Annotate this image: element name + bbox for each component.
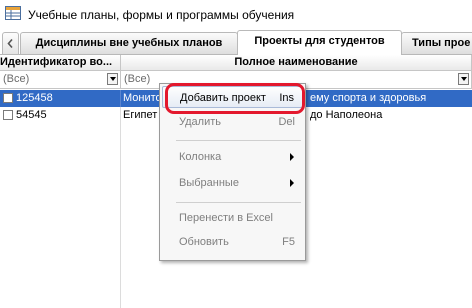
menu-item-refresh-label: Обновить (179, 236, 229, 248)
menu-separator (176, 140, 301, 141)
filter-id-dropdown-icon[interactable] (107, 73, 118, 85)
tab-disciplines[interactable]: Дисциплины вне учебных планов (20, 32, 238, 54)
menu-item-delete-label: Удалить (179, 116, 221, 128)
menu-item-export-excel[interactable]: Перенести в Excel (162, 207, 303, 229)
menu-item-column[interactable]: Колонка (162, 146, 303, 168)
grid-table-icon (5, 6, 21, 23)
menu-item-delete-shortcut: Del (278, 116, 295, 128)
row-name-end: ему спорта и здоровья (310, 92, 427, 104)
tab-student-projects[interactable]: Проекты для студентов (237, 30, 402, 55)
row-id: 125458 (16, 92, 53, 104)
row-id-cell: 54545 (0, 107, 121, 124)
row-name-start: Египет (123, 109, 158, 121)
row-id-cell: 125458 (0, 90, 121, 107)
menu-item-refresh[interactable]: Обновить F5 (162, 231, 303, 253)
tab-scroll-left-button[interactable] (2, 32, 19, 54)
filter-name-value: (Все) (124, 73, 151, 85)
menu-item-selected[interactable]: Выбранные (162, 172, 303, 194)
submenu-arrow-icon (290, 179, 294, 187)
row-name-start: Монито (123, 92, 162, 104)
tab-project-types[interactable]: Типы прое (401, 32, 472, 54)
row-name-end: до Наполеона (310, 109, 383, 121)
row-checkbox[interactable] (3, 110, 13, 120)
filter-id[interactable]: (Все) (0, 71, 121, 89)
column-header-name-label: Полное наименование (234, 56, 358, 68)
row-checkbox[interactable] (3, 93, 13, 103)
menu-item-column-label: Колонка (179, 151, 222, 163)
chevron-left-icon (7, 39, 13, 48)
filter-id-value: (Все) (3, 73, 30, 85)
filter-name-dropdown-icon[interactable] (458, 73, 469, 85)
column-header-name[interactable]: Полное наименование (121, 55, 472, 71)
menu-separator (176, 202, 301, 203)
column-header-id[interactable]: Идентификатор во... (0, 55, 121, 71)
title-bar: Учебные планы, формы и программы обучени… (0, 0, 472, 28)
window-title: Учебные планы, формы и программы обучени… (28, 8, 295, 22)
menu-item-refresh-shortcut: F5 (282, 236, 295, 248)
tab-strip: Дисциплины вне учебных планов Проекты дл… (0, 28, 472, 55)
submenu-arrow-icon (290, 153, 294, 161)
row-id: 54545 (16, 109, 47, 121)
menu-item-export-excel-label: Перенести в Excel (179, 212, 273, 224)
column-divider (120, 124, 121, 308)
column-header-id-label: Идентификатор во... (0, 56, 113, 68)
annotation-highlight (165, 83, 305, 114)
menu-item-selected-label: Выбранные (179, 177, 239, 189)
menu-item-delete[interactable]: Удалить Del (162, 111, 303, 133)
